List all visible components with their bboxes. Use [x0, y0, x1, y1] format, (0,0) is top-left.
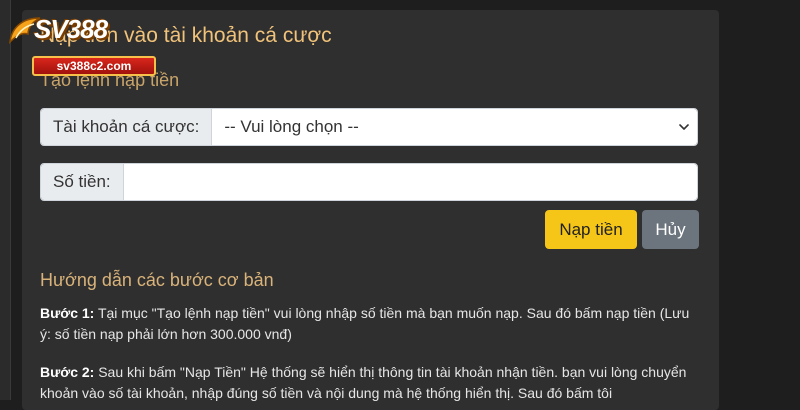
amount-input[interactable] [123, 164, 697, 200]
amount-input-group: Số tiền: [40, 163, 698, 201]
step-2-text: Sau khi bấm "Nạp Tiền" Hệ thống sẽ hiển … [40, 364, 687, 401]
logo-text: SV388 [34, 14, 108, 44]
amount-label: Số tiền: [41, 164, 124, 200]
logo-domain-ribbon: sv388c2.com [32, 56, 156, 76]
guide-step-1: Bước 1: Tại mục "Tạo lệnh nạp tiền" vui … [40, 303, 690, 345]
account-select-group: Tài khoản cá cược: -- Vui lòng chọn -- [40, 108, 698, 146]
chevron-down-icon [679, 124, 689, 130]
step-1-label: Bước 1: [40, 305, 95, 321]
account-label: Tài khoản cá cược: [41, 109, 213, 145]
deposit-button[interactable]: Nạp tiền [545, 210, 637, 249]
cancel-button[interactable]: Hủy [642, 210, 699, 249]
step-2-label: Bước 2: [40, 364, 95, 380]
step-1-text: Tại mục "Tạo lệnh nạp tiền" vui lòng nhậ… [40, 305, 690, 342]
guide-step-2: Bước 2: Sau khi bấm "Nạp Tiền" Hệ thống … [40, 362, 690, 404]
guide-title: Hướng dẫn các bước cơ bản [40, 270, 274, 290]
account-select[interactable]: -- Vui lòng chọn -- [212, 109, 697, 145]
account-select-value: -- Vui lòng chọn -- [224, 117, 359, 136]
sv388-logo: SV388 sv388c2.com [6, 6, 156, 80]
